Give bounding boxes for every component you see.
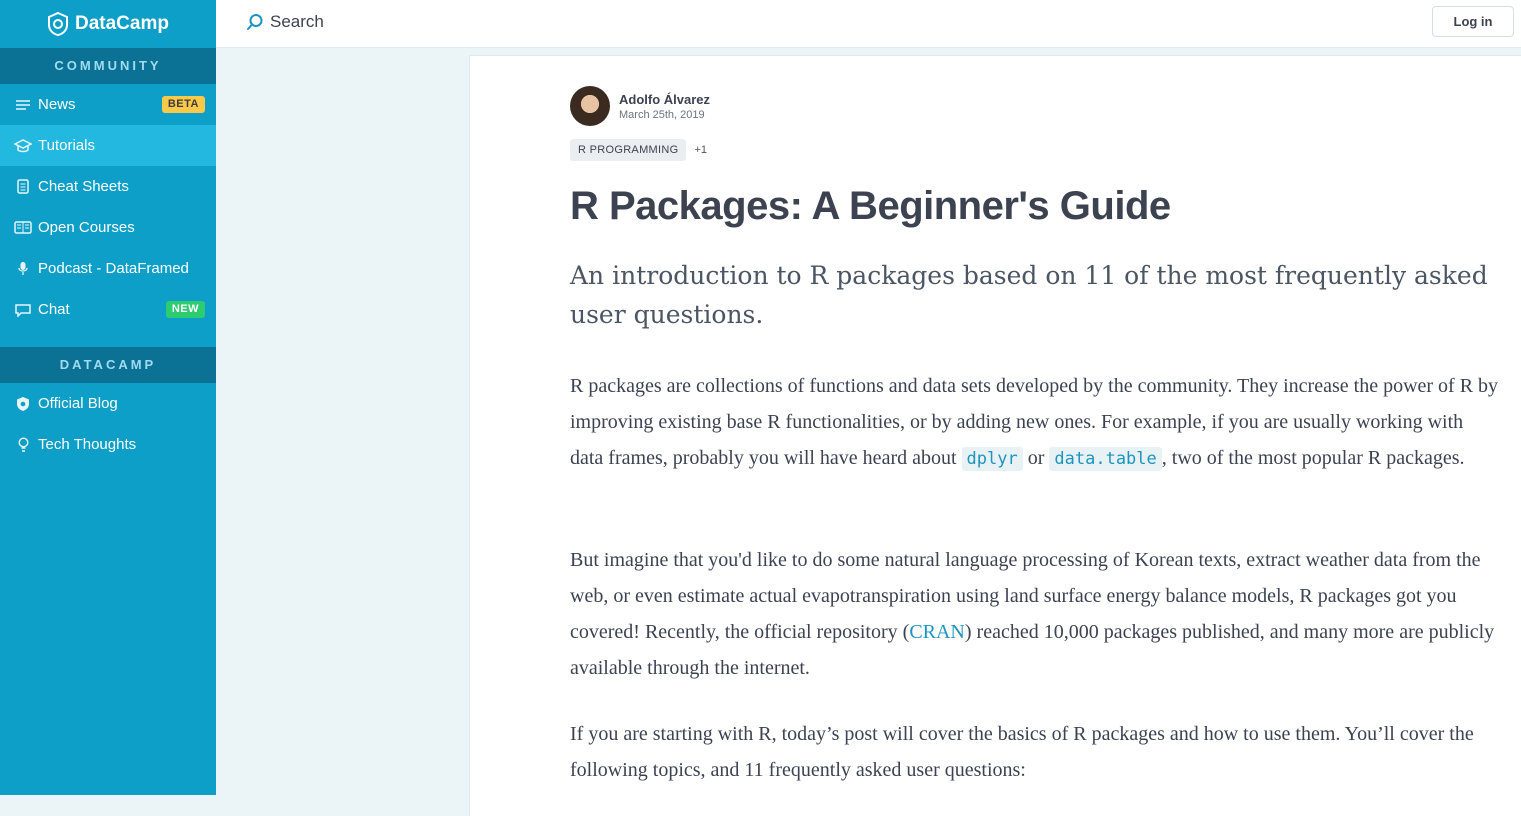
- article-title: R Packages: A Beginner's Guide: [570, 184, 1171, 228]
- microphone-icon: [14, 260, 32, 278]
- shield-icon: [14, 395, 32, 413]
- publish-date: March 25th, 2019: [619, 108, 705, 121]
- chat-bubble-icon: [14, 301, 32, 319]
- brand-name: DataCamp: [75, 13, 169, 34]
- sidebar-item-label: Cheat Sheets: [38, 178, 129, 195]
- author-block[interactable]: Adolfo Álvarez March 25th, 2019: [570, 86, 710, 126]
- search-icon: [247, 14, 263, 30]
- code-data-table: data.table: [1049, 447, 1162, 471]
- new-badge: NEW: [165, 301, 205, 318]
- sidebar-item-tech-thoughts[interactable]: Tech Thoughts: [0, 424, 216, 465]
- sidebar: DataCamp COMMUNITY News BETA Tutorials C…: [0, 0, 216, 795]
- author-name[interactable]: Adolfo Álvarez: [619, 92, 710, 107]
- sidebar-item-cheat-sheets[interactable]: Cheat Sheets: [0, 166, 216, 207]
- sidebar-item-label: Tutorials: [38, 137, 95, 154]
- tag-row: R PROGRAMMING +1: [570, 139, 707, 161]
- sidebar-item-chat[interactable]: Chat NEW: [0, 289, 216, 330]
- paragraph-3: If you are starting with R, today’s post…: [570, 723, 1474, 781]
- sidebar-item-label: Official Blog: [38, 395, 118, 412]
- article-subtitle: An introduction to R packages based on 1…: [570, 261, 1488, 329]
- sidebar-item-podcast[interactable]: Podcast - DataFramed: [0, 248, 216, 289]
- lightbulb-icon: [14, 436, 32, 454]
- sidebar-item-label: News: [38, 96, 76, 113]
- book-icon: [14, 219, 32, 237]
- sidebar-item-label: Chat: [38, 301, 70, 318]
- text-segment: or: [1022, 447, 1050, 469]
- avatar[interactable]: [570, 86, 610, 126]
- sidebar-item-tutorials[interactable]: Tutorials: [0, 125, 216, 166]
- code-dplyr: dplyr: [961, 447, 1023, 471]
- top-bar: Search Log in: [216, 0, 1521, 48]
- beta-badge: BETA: [161, 96, 205, 113]
- more-tags-count[interactable]: +1: [694, 144, 707, 156]
- graduation-cap-icon: [14, 137, 32, 155]
- datacamp-logo-icon: [48, 12, 68, 36]
- lines-icon: [14, 96, 32, 114]
- text-segment: , two of the most popular R packages.: [1161, 447, 1465, 469]
- document-icon: [14, 178, 32, 196]
- sidebar-item-label: Tech Thoughts: [38, 436, 137, 453]
- cran-link[interactable]: CRAN: [909, 621, 965, 643]
- brand-logo-link[interactable]: DataCamp: [0, 0, 216, 48]
- article-card: Adolfo Álvarez March 25th, 2019 R PROGRA…: [469, 55, 1521, 816]
- search-label: Search: [270, 12, 324, 31]
- sidebar-item-official-blog[interactable]: Official Blog: [0, 383, 216, 424]
- community-section-header: COMMUNITY: [0, 48, 216, 84]
- search-button[interactable]: Search: [246, 12, 324, 32]
- sidebar-item-news[interactable]: News BETA: [0, 84, 216, 125]
- datacamp-section-header: DATACAMP: [0, 347, 216, 383]
- tag-r-programming[interactable]: R PROGRAMMING: [570, 139, 687, 161]
- sidebar-item-open-courses[interactable]: Open Courses: [0, 207, 216, 248]
- sidebar-item-label: Podcast - DataFramed: [38, 260, 189, 277]
- paragraph-1: R packages are collections of functions …: [570, 368, 1500, 477]
- sidebar-item-label: Open Courses: [38, 219, 135, 236]
- login-button[interactable]: Log in: [1432, 6, 1514, 37]
- paragraph-2: But imagine that you'd like to do some n…: [570, 542, 1500, 686]
